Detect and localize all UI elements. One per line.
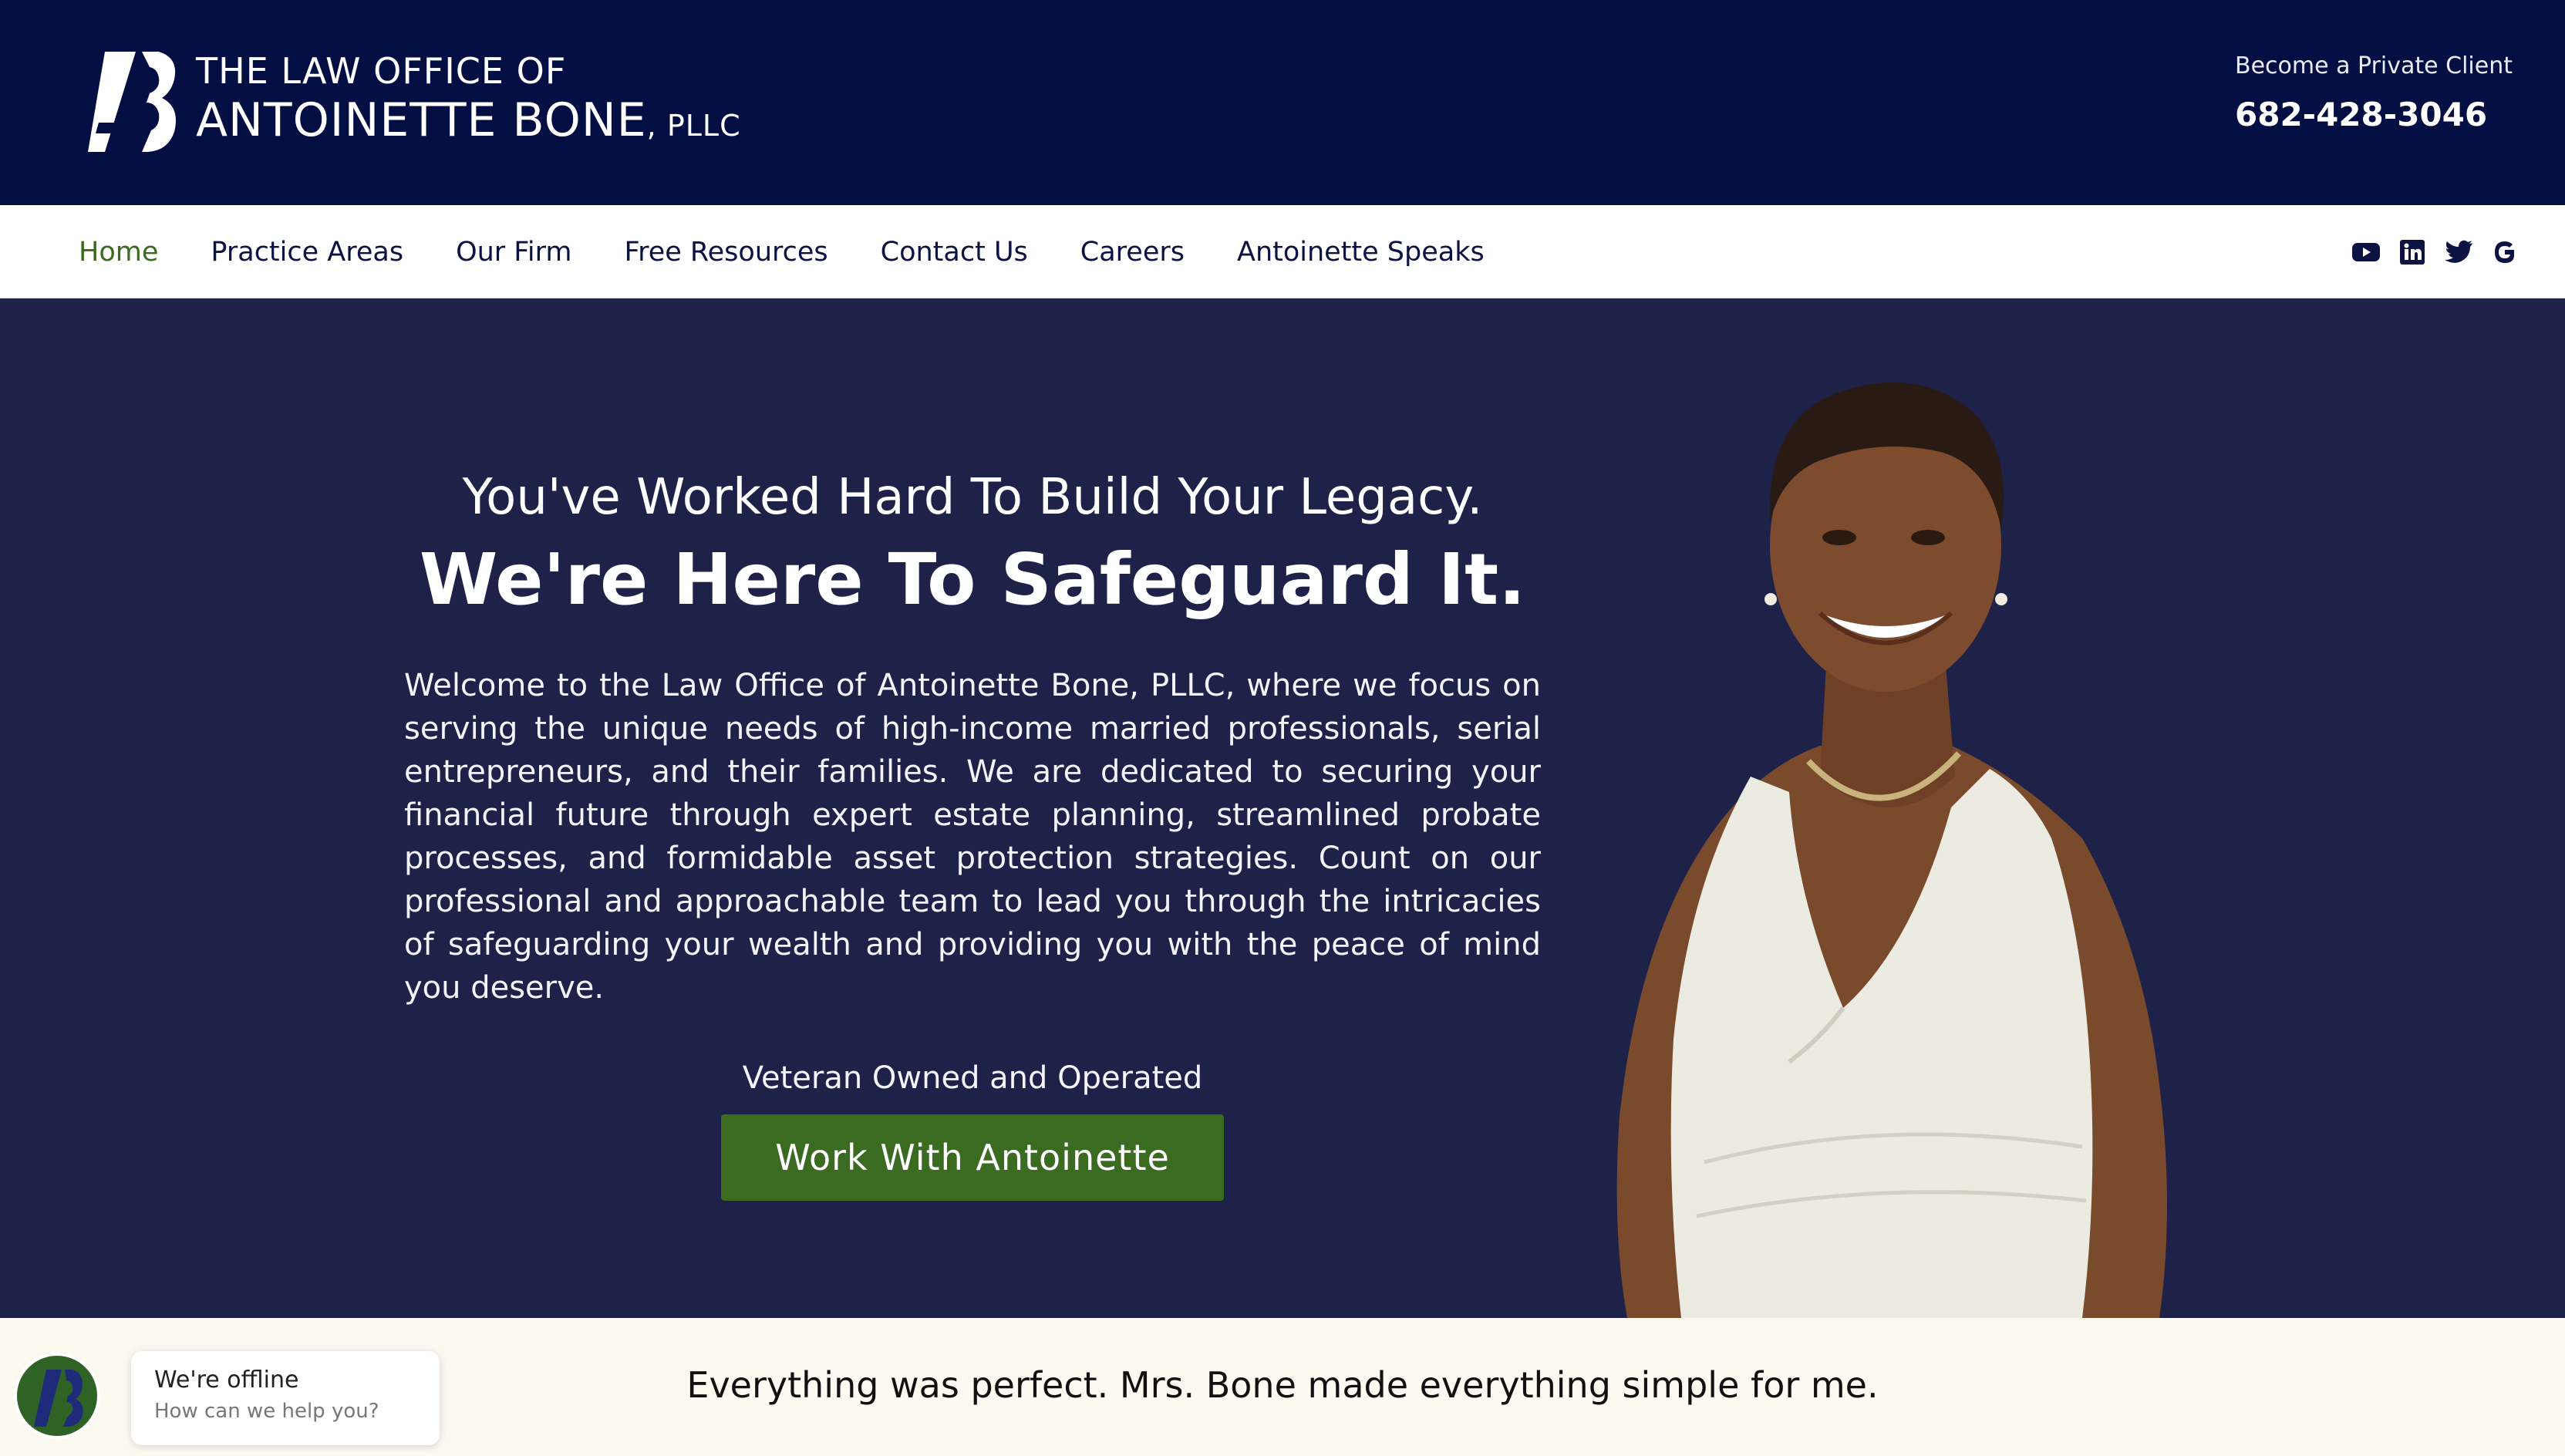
nav-our-firm[interactable]: Our Firm [456,237,571,268]
attorney-portrait [1616,382,2167,1318]
logo-line-1: THE LAW OFFICE OF [196,50,567,92]
hero-content: You've Worked Hard To Build Your Legacy.… [404,467,1541,1201]
nav-antoinette-speaks[interactable]: Antoinette Speaks [1237,237,1485,268]
logo-text: THE LAW OFFICE OF ANTOINETTE BONE, PLLC [196,49,741,153]
nav-free-resources[interactable]: Free Resources [625,237,828,268]
nav-contact-us[interactable]: Contact Us [881,237,1028,268]
logo-name: ANTOINETTE BONE [196,93,647,147]
header-contact: Become a Private Client 682-428-3046 [2235,51,2513,133]
youtube-icon[interactable] [2349,235,2383,269]
hero-subheading: You've Worked Hard To Build Your Legacy. [462,469,1483,526]
chat-avatar[interactable] [14,1353,100,1439]
chat-logo-icon [34,1370,83,1427]
linkedin-icon[interactable] [2395,235,2429,269]
nav-home[interactable]: Home [79,237,158,268]
logo-suffix: , PLLC [646,109,741,143]
site-header: THE LAW OFFICE OF ANTOINETTE BONE, PLLC … [0,0,2565,205]
phone-link[interactable]: 682-428-3046 [2235,96,2513,133]
main-nav: Home Practice Areas Our Firm Free Resour… [0,205,2565,298]
hero-heading: We're Here To Safeguard It. [419,538,1526,621]
private-client-link[interactable]: Become a Private Client [2235,51,2513,82]
hero-section: You've Worked Hard To Build Your Legacy.… [0,298,2565,1318]
google-icon[interactable] [2488,235,2522,269]
work-with-antoinette-button[interactable]: Work With Antoinette [721,1114,1224,1201]
nav-careers[interactable]: Careers [1080,237,1185,268]
chat-widget[interactable]: We're offline How can we help you? [131,1351,440,1445]
logo-line-2: ANTOINETTE BONE, PLLC [196,93,741,153]
firm-logo[interactable]: THE LAW OFFICE OF ANTOINETTE BONE, PLLC [88,49,741,153]
hero-description: Welcome to the Law Office of Antoinette … [404,668,1541,1006]
veteran-owned-text: Veteran Owned and Operated [742,1060,1203,1096]
logo-mark-icon [88,51,176,152]
social-links [2337,205,2522,298]
twitter-icon[interactable] [2442,235,2476,269]
nav-practice-areas[interactable]: Practice Areas [211,237,403,268]
chat-status: We're offline [154,1367,299,1394]
chat-prompt: How can we help you? [154,1400,379,1423]
